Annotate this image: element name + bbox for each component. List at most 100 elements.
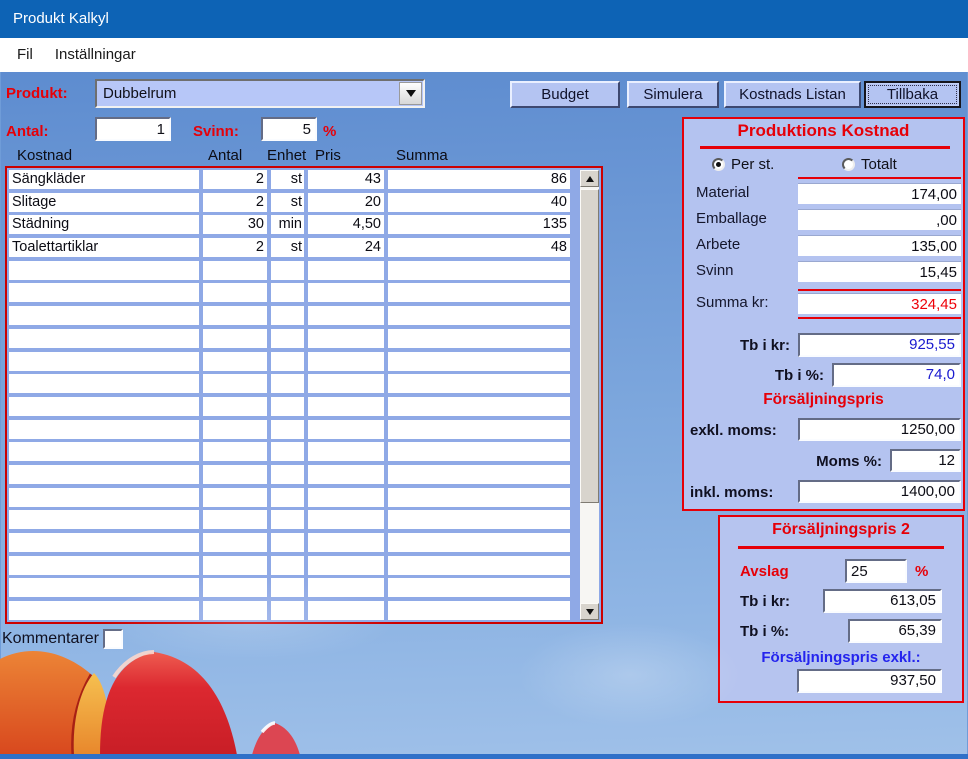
menu-item-inst-llningar[interactable]: Inställningar xyxy=(44,40,147,70)
sales2-price-field[interactable]: 937,50 xyxy=(797,669,942,693)
table-row-empty[interactable] xyxy=(9,420,578,439)
moms-pct-field[interactable]: 12 xyxy=(890,449,961,472)
table-row-empty[interactable] xyxy=(9,397,578,416)
dropdown-arrow-button[interactable] xyxy=(399,82,422,105)
table-row-empty[interactable] xyxy=(9,329,578,348)
scroll-down-button[interactable] xyxy=(580,603,599,620)
table-row-empty[interactable] xyxy=(9,533,578,552)
table-cell[interactable] xyxy=(9,510,199,529)
table-cell[interactable] xyxy=(388,283,570,302)
table-cell[interactable]: 48 xyxy=(388,238,570,257)
table-cell[interactable] xyxy=(388,374,570,393)
table-cell[interactable] xyxy=(203,420,267,439)
table-cell[interactable] xyxy=(388,420,570,439)
table-row-empty[interactable] xyxy=(9,510,578,529)
table-cell[interactable] xyxy=(203,601,267,620)
table-cell[interactable] xyxy=(203,329,267,348)
table-cell[interactable] xyxy=(9,420,199,439)
budget-button[interactable]: Budget xyxy=(510,81,620,108)
table-cell[interactable] xyxy=(9,556,199,575)
table-cell[interactable] xyxy=(9,352,199,371)
table-row[interactable]: Sängkläder2st4386 xyxy=(9,170,578,189)
table-cell[interactable] xyxy=(271,510,304,529)
table-cell[interactable] xyxy=(271,283,304,302)
table-cell[interactable] xyxy=(271,306,304,325)
table-cell[interactable] xyxy=(271,352,304,371)
table-cell[interactable] xyxy=(308,352,384,371)
kostnads-listan-button[interactable]: Kostnads Listan xyxy=(724,81,861,108)
table-row-empty[interactable] xyxy=(9,261,578,280)
table-cell[interactable] xyxy=(388,261,570,280)
table-cell[interactable] xyxy=(271,578,304,597)
table-cell[interactable] xyxy=(9,465,199,484)
table-cell[interactable] xyxy=(203,533,267,552)
table-cell[interactable] xyxy=(308,465,384,484)
table-row[interactable]: Slitage2st2040 xyxy=(9,193,578,212)
table-cell[interactable] xyxy=(271,465,304,484)
table-cell[interactable]: 2 xyxy=(203,238,267,257)
table-cell[interactable] xyxy=(308,329,384,348)
table-cell[interactable] xyxy=(203,510,267,529)
table-cell[interactable] xyxy=(271,329,304,348)
table-cell[interactable] xyxy=(308,397,384,416)
table-cell[interactable]: Toalettartiklar xyxy=(9,238,199,257)
table-cell[interactable]: Städning xyxy=(9,215,199,234)
excl-moms-field[interactable]: 1250,00 xyxy=(798,418,961,441)
table-cell[interactable] xyxy=(9,578,199,597)
scroll-up-button[interactable] xyxy=(580,170,599,187)
table-cell[interactable] xyxy=(308,578,384,597)
table-cell[interactable] xyxy=(203,374,267,393)
table-cell[interactable] xyxy=(308,533,384,552)
table-cell[interactable] xyxy=(9,374,199,393)
table-cell[interactable]: 4,50 xyxy=(308,215,384,234)
table-row[interactable]: Städning30min4,50135 xyxy=(9,215,578,234)
table-cell[interactable]: min xyxy=(271,215,304,234)
table-cell[interactable] xyxy=(388,465,570,484)
tillbaka-button[interactable]: Tillbaka xyxy=(864,81,961,108)
table-cell[interactable] xyxy=(271,488,304,507)
table-cell[interactable] xyxy=(271,374,304,393)
table-cell[interactable]: 40 xyxy=(388,193,570,212)
table-cell[interactable] xyxy=(203,556,267,575)
table-cell[interactable] xyxy=(388,397,570,416)
table-cell[interactable] xyxy=(308,283,384,302)
table-scrollbar[interactable] xyxy=(580,170,599,620)
table-cell[interactable]: 43 xyxy=(308,170,384,189)
table-cell[interactable] xyxy=(388,510,570,529)
table-cell[interactable] xyxy=(308,442,384,461)
table-cell[interactable]: 20 xyxy=(308,193,384,212)
avslag-input[interactable] xyxy=(845,559,907,583)
table-cell[interactable] xyxy=(9,329,199,348)
table-cell[interactable] xyxy=(308,510,384,529)
table-row-empty[interactable] xyxy=(9,488,578,507)
table-cell[interactable] xyxy=(203,283,267,302)
table-row-empty[interactable] xyxy=(9,601,578,620)
table-cell[interactable] xyxy=(308,601,384,620)
table-cell[interactable] xyxy=(203,261,267,280)
product-dropdown[interactable]: Dubbelrum xyxy=(95,79,425,108)
table-cell[interactable] xyxy=(203,488,267,507)
table-cell[interactable]: st xyxy=(271,170,304,189)
table-cell[interactable]: st xyxy=(271,238,304,257)
table-cell[interactable] xyxy=(9,488,199,507)
table-cell[interactable] xyxy=(308,488,384,507)
antal-input[interactable] xyxy=(95,117,171,141)
table-row-empty[interactable] xyxy=(9,352,578,371)
table-cell[interactable] xyxy=(388,352,570,371)
table-cell[interactable] xyxy=(271,420,304,439)
table-row-empty[interactable] xyxy=(9,374,578,393)
table-cell[interactable] xyxy=(271,601,304,620)
table-cell[interactable]: Slitage xyxy=(9,193,199,212)
table-cell[interactable] xyxy=(271,261,304,280)
table-cell[interactable] xyxy=(9,306,199,325)
table-cell[interactable] xyxy=(9,283,199,302)
table-cell[interactable] xyxy=(203,578,267,597)
table-cell[interactable] xyxy=(388,601,570,620)
table-row-empty[interactable] xyxy=(9,442,578,461)
table-cell[interactable] xyxy=(388,306,570,325)
table-cell[interactable] xyxy=(388,329,570,348)
table-cell[interactable]: st xyxy=(271,193,304,212)
table-cell[interactable]: 86 xyxy=(388,170,570,189)
table-cell[interactable] xyxy=(308,420,384,439)
table-cell[interactable]: 2 xyxy=(203,193,267,212)
